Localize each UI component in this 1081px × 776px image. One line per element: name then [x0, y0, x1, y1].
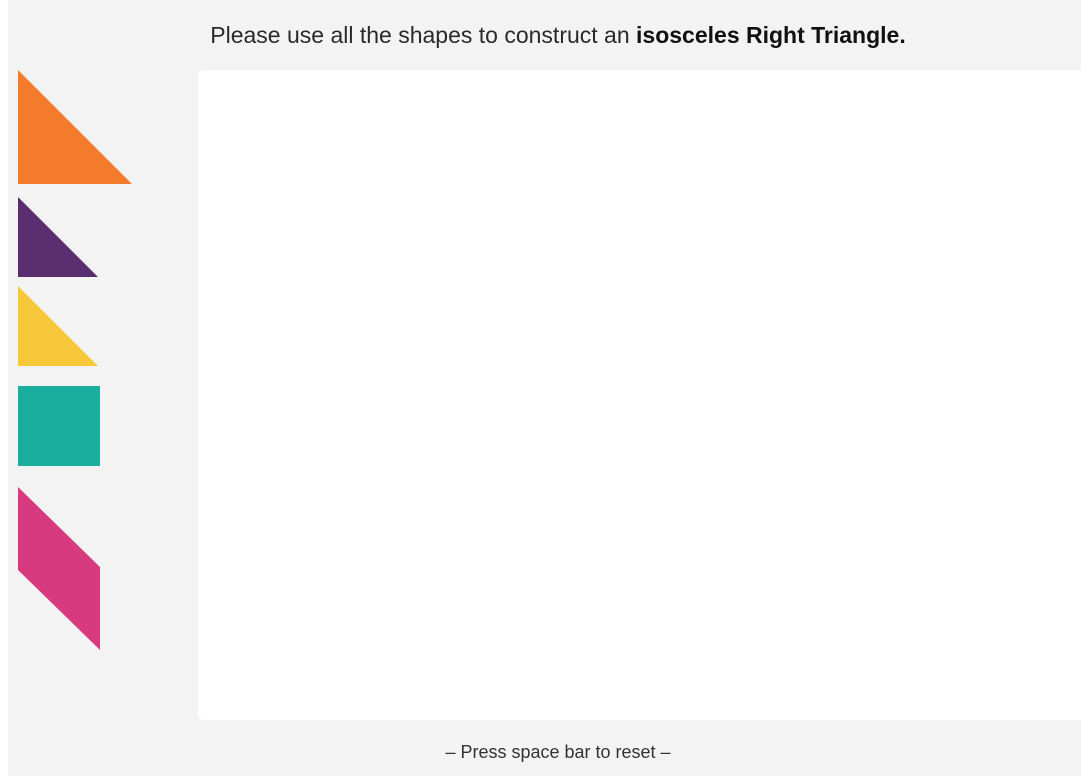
medium-triangle-piece[interactable] [18, 197, 98, 277]
square-piece[interactable] [18, 386, 100, 466]
parallelogram-piece[interactable] [18, 487, 100, 650]
small-triangle-piece[interactable] [18, 286, 98, 366]
construction-board[interactable] [198, 70, 1081, 720]
instruction-prefix: Please use all the shapes to construct a… [210, 22, 637, 48]
tangram-app: Please use all the shapes to construct a… [8, 0, 1081, 776]
instruction-target-shape: isosceles Right Triangle. [636, 22, 906, 48]
reset-hint: – Press space bar to reset – [445, 742, 671, 762]
piece-tray [8, 0, 188, 776]
piece-tray-canvas [18, 70, 132, 650]
large-triangle-piece[interactable] [18, 70, 132, 184]
